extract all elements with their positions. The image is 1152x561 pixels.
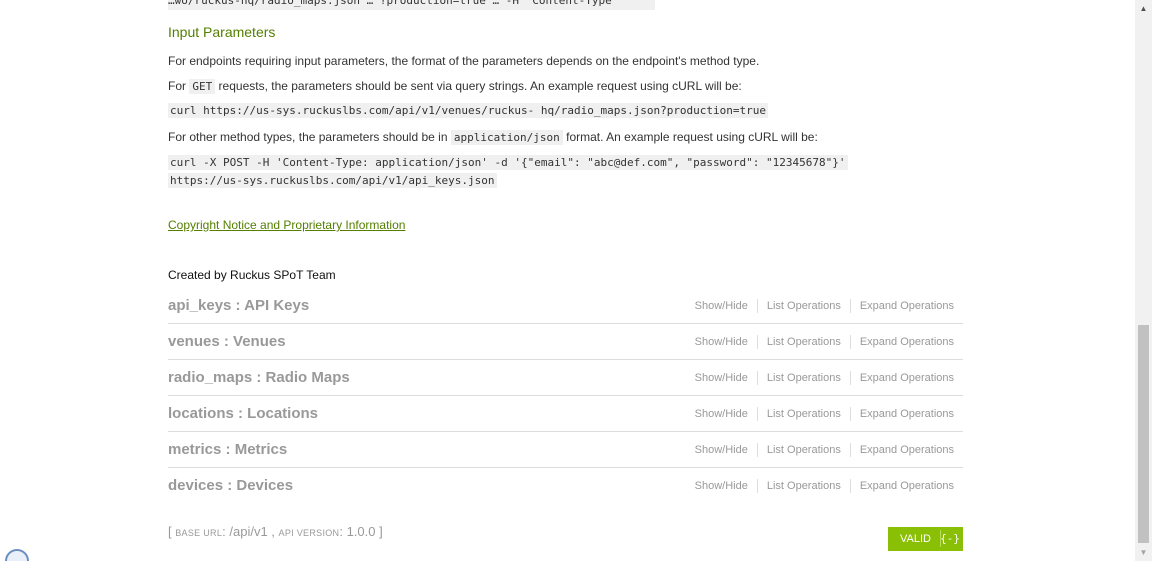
separator [849,334,851,349]
expand-operations-link[interactable]: Expand Operations [860,408,954,420]
resource-operations: Show/Hide List Operations Expand Operati… [695,406,954,421]
resource-list: api_keys : API Keys Show/Hide List Opera… [168,288,963,503]
other-methods-paragraph: For other method types, the parameters s… [168,130,818,145]
resource-operations: Show/Hide List Operations Expand Operati… [695,298,954,313]
resource-metrics: metrics : Metrics Show/Hide List Operati… [168,432,963,468]
resource-operations: Show/Hide List Operations Expand Operati… [695,478,954,493]
resource-operations: Show/Hide List Operations Expand Operati… [695,334,954,349]
other-suffix-text: format. An example request using cURL wi… [562,130,818,144]
scroll-thumb[interactable] [1138,325,1149,543]
show-hide-link[interactable]: Show/Hide [695,300,748,312]
expand-operations-link[interactable]: Expand Operations [860,336,954,348]
expand-operations-link[interactable]: Expand Operations [860,444,954,456]
resource-title[interactable]: api_keys : API Keys [168,297,309,314]
separator [756,370,758,385]
json-inline-code: application/json [450,130,563,145]
show-hide-link[interactable]: Show/Hide [695,408,748,420]
get-example-code: curl https://us-sys.ruckuslbs.com/api/v1… [168,102,769,120]
post-example-code: curl -X POST -H 'Content-Type: applicati… [168,154,848,190]
list-operations-link[interactable]: List Operations [767,408,841,420]
resource-api-keys: api_keys : API Keys Show/Hide List Opera… [168,288,963,324]
api-version-value: : 1.0.0 ] [339,524,383,539]
list-operations-link[interactable]: List Operations [767,444,841,456]
swagger-page: …wo/ruckus-hq/radio_maps.json … ?product… [0,0,1152,561]
separator [756,442,758,457]
separator [849,478,851,493]
api-version-label: API VERSION [278,528,340,538]
get-inline-code: GET [189,79,216,94]
api-info-footer: [ BASE URL: /api/v1 , API VERSION: 1.0.0… [168,524,383,539]
separator [849,406,851,421]
list-operations-link[interactable]: List Operations [767,372,841,384]
json-brace-icon: {-} [940,530,960,547]
base-url-value: : /api/v1 , [222,524,279,539]
list-operations-link[interactable]: List Operations [767,480,841,492]
resource-operations: Show/Hide List Operations Expand Operati… [695,442,954,457]
separator [756,406,758,421]
resource-radio-maps: radio_maps : Radio Maps Show/Hide List O… [168,360,963,396]
resource-title[interactable]: locations : Locations [168,405,318,422]
resource-title[interactable]: radio_maps : Radio Maps [168,369,350,386]
show-hide-link[interactable]: Show/Hide [695,480,748,492]
base-url-label: BASE URL [175,528,223,538]
clipped-code-block: …wo/ruckus-hq/radio_maps.json … ?product… [168,0,655,10]
copyright-link[interactable]: Copyright Notice and Proprietary Informa… [168,218,405,232]
separator [756,298,758,313]
get-example-line: curl https://us-sys.ruckuslbs.com/api/v1… [168,103,769,118]
expand-operations-link[interactable]: Expand Operations [860,480,954,492]
post-example-line-2: https://us-sys.ruckuslbs.com/api/v1/api_… [168,173,497,188]
floating-widget-icon[interactable] [5,549,29,561]
separator [756,478,758,493]
post-example-line-1: curl -X POST -H 'Content-Type: applicati… [168,155,848,170]
show-hide-link[interactable]: Show/Hide [695,336,748,348]
expand-operations-link[interactable]: Expand Operations [860,300,954,312]
resource-title[interactable]: venues : Venues [168,333,286,350]
resource-devices: devices : Devices Show/Hide List Operati… [168,468,963,503]
resource-locations: locations : Locations Show/Hide List Ope… [168,396,963,432]
input-params-intro: For endpoints requiring input parameters… [168,54,760,68]
separator [849,442,851,457]
other-prefix-text: For other method types, the parameters s… [168,130,451,144]
vertical-scrollbar[interactable]: ▲ ▼ [1135,0,1152,561]
show-hide-link[interactable]: Show/Hide [695,372,748,384]
separator [849,298,851,313]
get-requests-paragraph: For GET requests, the parameters should … [168,79,742,94]
resource-venues: venues : Venues Show/Hide List Operation… [168,324,963,360]
list-operations-link[interactable]: List Operations [767,336,841,348]
expand-operations-link[interactable]: Expand Operations [860,372,954,384]
list-operations-link[interactable]: List Operations [767,300,841,312]
scroll-up-arrow-icon[interactable]: ▲ [1135,0,1152,17]
get-prefix-text: For [168,79,190,93]
scroll-down-arrow-icon[interactable]: ▼ [1135,544,1152,561]
valid-label: VALID [900,533,931,545]
validator-badge[interactable]: VALID {-} [888,527,963,551]
show-hide-link[interactable]: Show/Hide [695,444,748,456]
get-suffix-text: requests, the parameters should be sent … [215,79,742,93]
separator [756,334,758,349]
input-parameters-heading: Input Parameters [168,24,276,40]
resource-title[interactable]: devices : Devices [168,477,293,494]
created-by-text: Created by Ruckus SPoT Team [168,268,336,282]
separator [849,370,851,385]
resource-title[interactable]: metrics : Metrics [168,441,287,458]
resource-operations: Show/Hide List Operations Expand Operati… [695,370,954,385]
